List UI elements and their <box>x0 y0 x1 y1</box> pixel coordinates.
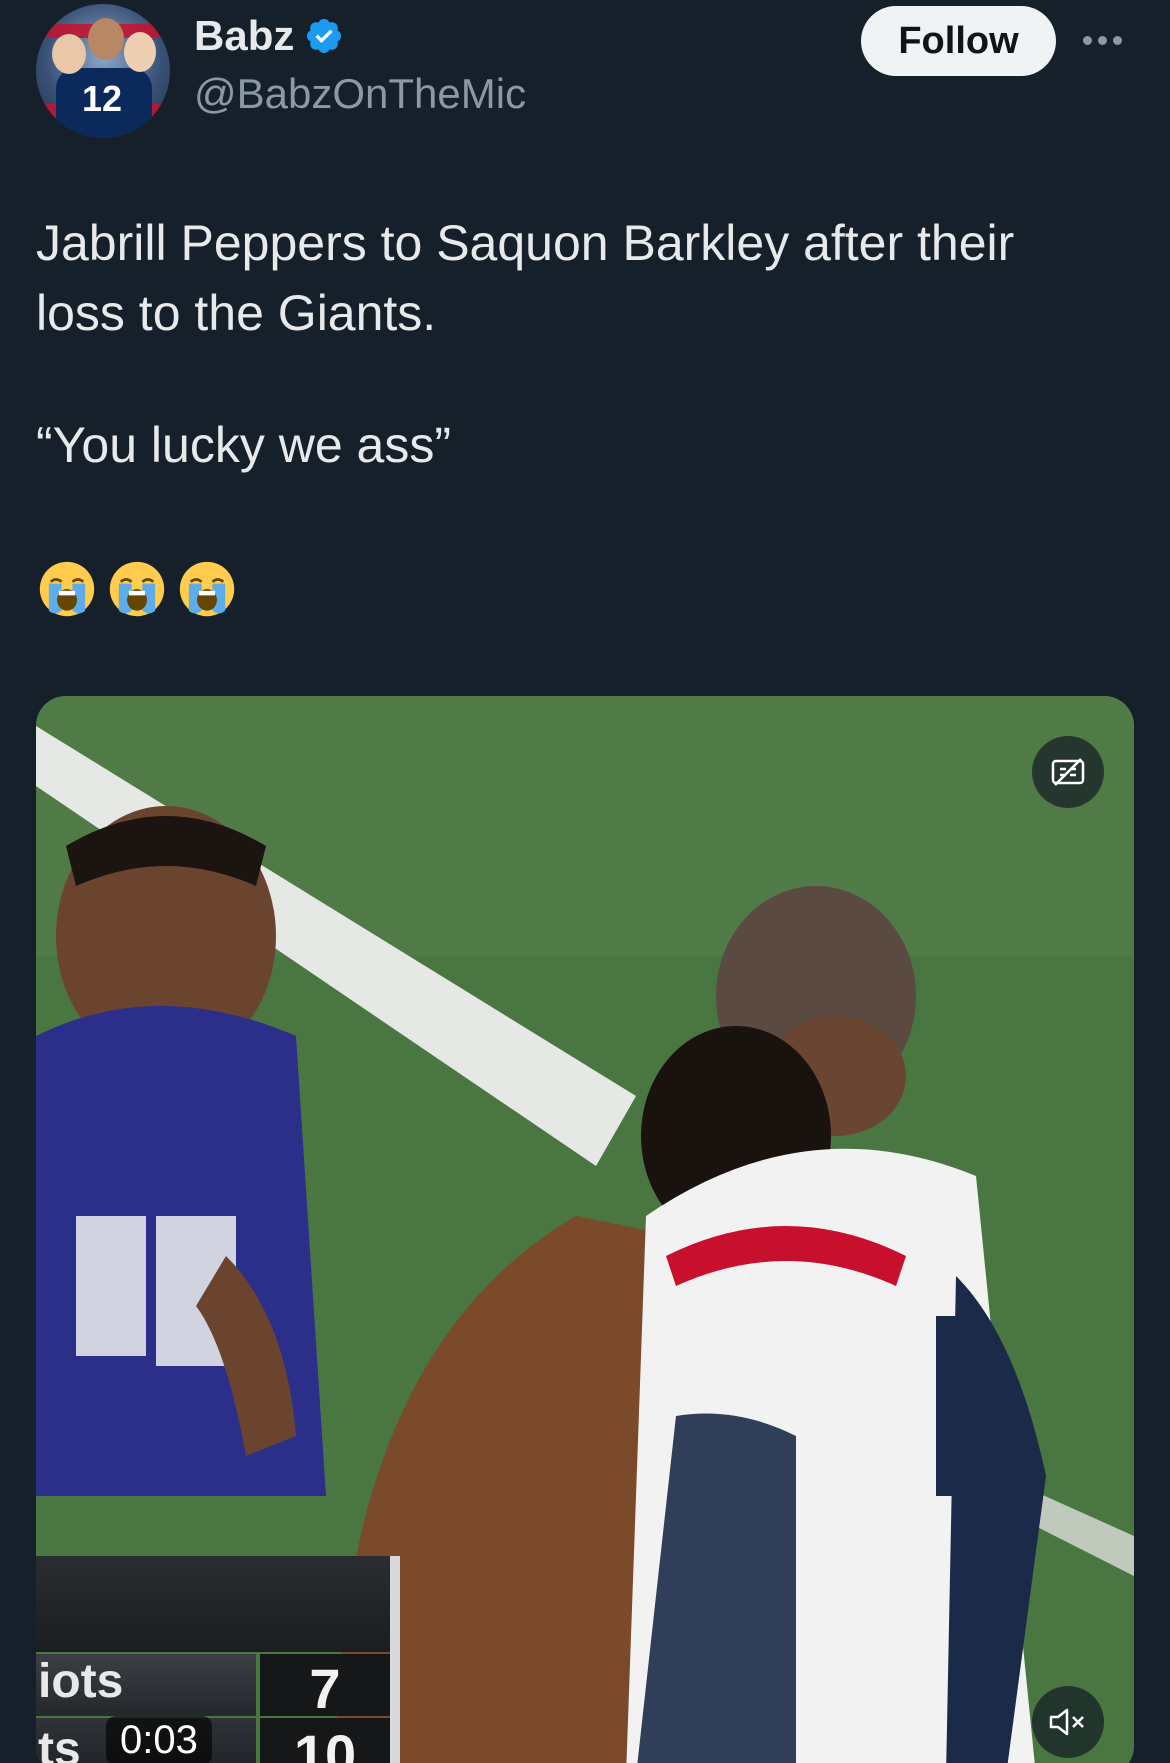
more-options-icon[interactable] <box>1083 28 1129 52</box>
author-display-name[interactable]: Babz <box>194 12 294 60</box>
team1-label: iots <box>38 1655 124 1708</box>
follow-button[interactable]: Follow <box>861 6 1056 76</box>
loudly-crying-face-icon <box>109 561 165 617</box>
loudly-crying-face-icon <box>39 561 95 617</box>
scoreboard-header <box>36 1556 390 1652</box>
muted-speaker-icon <box>1049 1708 1084 1736</box>
tweet-text: Jabrill Peppers to Saquon Barkley after … <box>36 208 1096 550</box>
scoreboard-edge <box>390 1556 400 1763</box>
mute-button[interactable] <box>1032 1686 1104 1758</box>
avatar-jersey-number: 12 <box>82 78 123 119</box>
avatar-face <box>88 18 124 60</box>
author-avatar[interactable]: 12 <box>36 4 170 138</box>
video-timestamp: 0:03 <box>106 1716 212 1763</box>
author-handle[interactable]: @BabzOnTheMic <box>194 70 526 118</box>
video-player[interactable]: iots ts 7 10 0:03 <box>36 696 1134 1763</box>
author-name-row[interactable]: Babz <box>194 12 344 60</box>
captions-off-icon <box>1051 758 1085 786</box>
team2-label: ts <box>38 1723 81 1763</box>
tweet-text-quote: “You lucky we ass” <box>36 417 451 473</box>
avatar-face <box>52 34 86 74</box>
verified-badge-icon <box>307 18 342 54</box>
tweet-screen: 12 Babz @BabzOnTheMic Follow Jabrill Pep… <box>0 0 1170 1763</box>
captions-button[interactable] <box>1032 736 1104 808</box>
jersey-number <box>936 1316 986 1496</box>
emoji-row <box>38 560 236 618</box>
dot <box>1113 35 1122 45</box>
dot <box>1083 35 1092 45</box>
team2-score: 10 <box>293 1723 357 1763</box>
loudly-crying-face-icon <box>179 561 235 617</box>
avatar-face <box>124 32 156 72</box>
team1-score: 7 <box>309 1657 341 1720</box>
tweet-text-line: Jabrill Peppers to Saquon Barkley after … <box>36 215 1015 341</box>
dot <box>1098 35 1107 45</box>
scoreboard: iots ts 7 10 <box>36 1556 404 1763</box>
